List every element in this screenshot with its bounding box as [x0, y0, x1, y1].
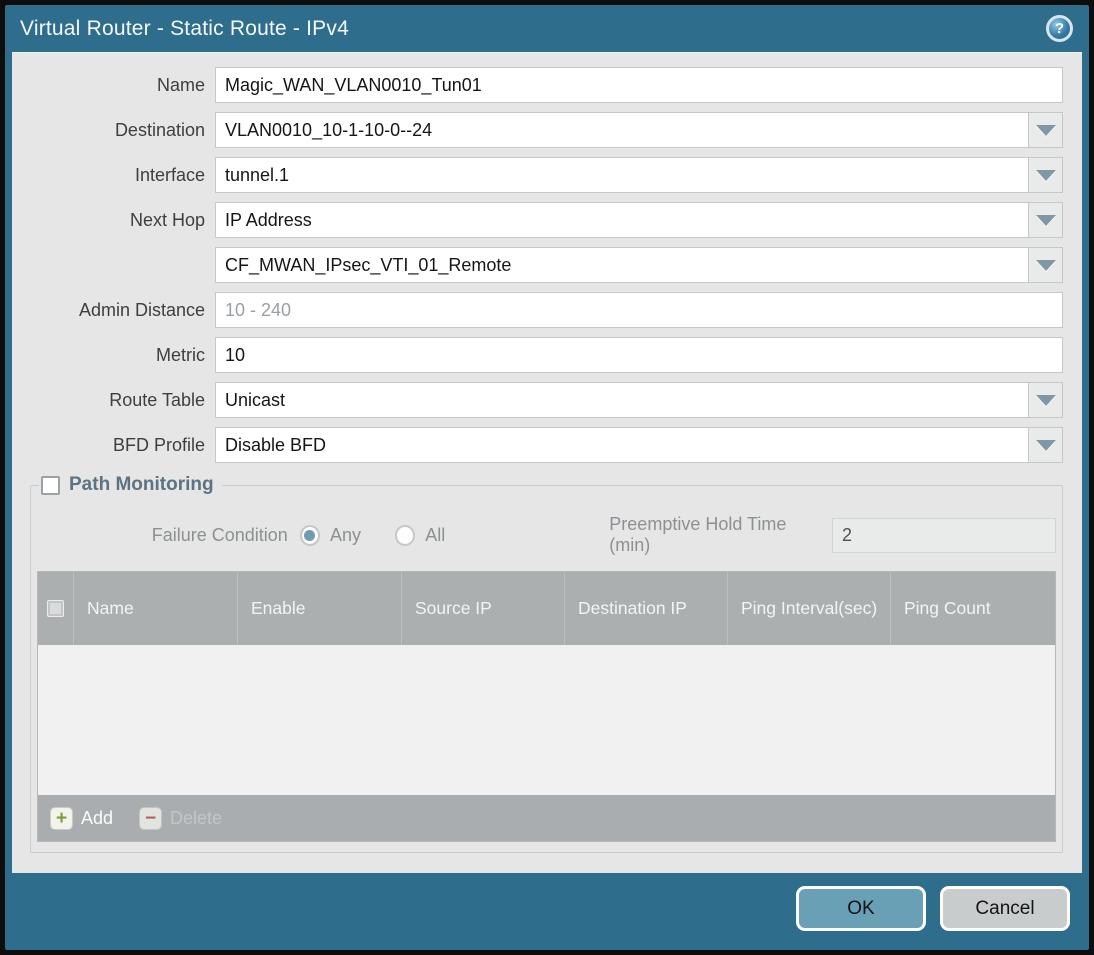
- ok-button[interactable]: OK: [796, 886, 926, 931]
- dialog-frame: Virtual Router - Static Route - IPv4 ? N…: [5, 5, 1089, 950]
- help-icon[interactable]: ?: [1046, 15, 1073, 42]
- table-body-empty: [38, 645, 1055, 795]
- metric-label: Metric: [156, 344, 205, 365]
- failure-condition-row: Failure Condition Any All Preemptive Hol…: [37, 514, 1057, 556]
- dialog-title: Virtual Router - Static Route - IPv4: [20, 16, 349, 40]
- destination-input[interactable]: [215, 112, 1029, 148]
- path-monitoring-table: Name Enable Source IP Destination IP Pin…: [37, 571, 1056, 842]
- next-hop-dropdown-button[interactable]: [1029, 202, 1063, 238]
- titlebar: Virtual Router - Static Route - IPv4 ?: [5, 5, 1089, 52]
- bfd-profile-label: BFD Profile: [112, 434, 205, 455]
- name-input[interactable]: [215, 67, 1063, 103]
- chevron-down-icon: [1035, 394, 1056, 406]
- route-table-dropdown-button[interactable]: [1029, 382, 1063, 418]
- delete-button-label: Delete: [170, 807, 223, 828]
- row-bfd-profile: BFD Profile: [30, 427, 1063, 463]
- failure-condition-any-label: Any: [330, 524, 362, 545]
- interface-input[interactable]: [215, 157, 1029, 193]
- add-button-label: Add: [81, 807, 114, 828]
- chevron-down-icon: [1035, 169, 1056, 181]
- failure-condition-all-label: All: [425, 524, 446, 545]
- row-route-table: Route Table: [30, 382, 1063, 418]
- chevron-down-icon: [1035, 259, 1056, 271]
- destination-dropdown-button[interactable]: [1029, 112, 1063, 148]
- path-monitoring-legend: Path Monitoring: [39, 474, 222, 496]
- column-header-name[interactable]: Name: [73, 572, 237, 645]
- row-next-hop: Next Hop: [30, 202, 1063, 238]
- interface-dropdown-button[interactable]: [1029, 157, 1063, 193]
- failure-condition-all-radio[interactable]: [395, 524, 416, 546]
- metric-input[interactable]: [215, 337, 1063, 373]
- column-header-enable[interactable]: Enable: [237, 572, 401, 645]
- preemptive-hold-time-label: Preemptive Hold Time (min): [609, 514, 787, 555]
- radio-dot: [304, 529, 316, 541]
- row-interface: Interface: [30, 157, 1063, 193]
- failure-condition-label: Failure Condition: [151, 524, 288, 545]
- row-metric: Metric: [30, 337, 1063, 373]
- table-toolbar: + Add − Delete: [38, 795, 1055, 841]
- name-label: Name: [156, 74, 205, 95]
- route-table-label: Route Table: [109, 389, 205, 410]
- dialog-content: Name Destination Interface: [12, 52, 1082, 873]
- dialog-footer: OK Cancel: [5, 873, 1089, 950]
- column-header-destination-ip[interactable]: Destination IP: [564, 572, 727, 645]
- route-table-input[interactable]: [215, 382, 1029, 418]
- row-next-hop-address: [30, 247, 1063, 283]
- row-admin-distance: Admin Distance: [30, 292, 1063, 328]
- cancel-button[interactable]: Cancel: [940, 886, 1070, 931]
- chevron-down-icon: [1035, 214, 1056, 226]
- row-name: Name: [30, 67, 1063, 103]
- chevron-down-icon: [1035, 124, 1056, 136]
- next-hop-type-input[interactable]: [215, 202, 1029, 238]
- dialog-window: Virtual Router - Static Route - IPv4 ? N…: [0, 0, 1094, 955]
- interface-label: Interface: [134, 164, 205, 185]
- table-header-checkbox-cell: [38, 572, 73, 645]
- add-button[interactable]: + Add: [50, 806, 114, 830]
- preemptive-hold-time-input[interactable]: [832, 517, 1057, 553]
- admin-distance-label: Admin Distance: [78, 299, 205, 320]
- destination-label: Destination: [114, 119, 205, 140]
- bfd-profile-input[interactable]: [215, 427, 1029, 463]
- bfd-profile-dropdown-button[interactable]: [1029, 427, 1063, 463]
- next-hop-label: Next Hop: [129, 209, 205, 230]
- row-destination: Destination: [30, 112, 1063, 148]
- chevron-down-icon: [1035, 439, 1056, 451]
- minus-icon: −: [139, 806, 163, 830]
- column-header-ping-interval[interactable]: Ping Interval(sec): [727, 572, 890, 645]
- path-monitoring-section: Path Monitoring Failure Condition Any Al…: [30, 474, 1063, 853]
- column-header-ping-count[interactable]: Ping Count: [890, 572, 1055, 645]
- path-monitoring-title: Path Monitoring: [69, 474, 214, 495]
- select-all-checkbox[interactable]: [47, 600, 64, 617]
- next-hop-address-input[interactable]: [215, 247, 1029, 283]
- column-header-source-ip[interactable]: Source IP: [401, 572, 564, 645]
- next-hop-address-dropdown-button[interactable]: [1029, 247, 1063, 283]
- delete-button[interactable]: − Delete: [139, 806, 223, 830]
- plus-icon: +: [50, 806, 73, 830]
- table-header-row: Name Enable Source IP Destination IP Pin…: [38, 572, 1055, 645]
- path-monitoring-checkbox[interactable]: [41, 475, 60, 495]
- failure-condition-any-radio[interactable]: [299, 524, 321, 546]
- admin-distance-input[interactable]: [215, 292, 1063, 328]
